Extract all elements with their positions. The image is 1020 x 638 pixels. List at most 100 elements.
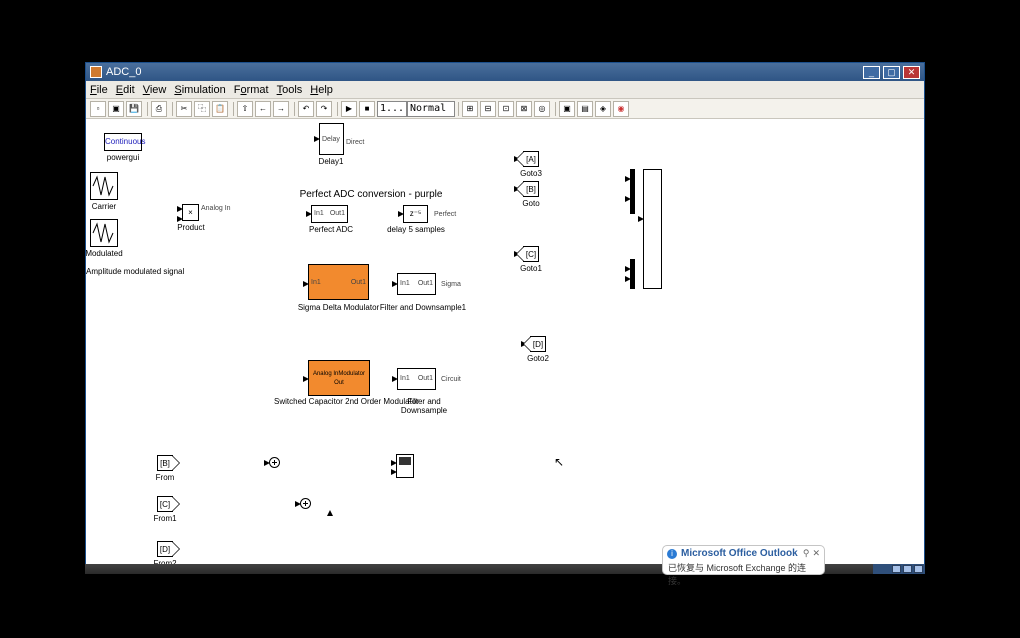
minimize-button[interactable]: _ <box>863 66 880 79</box>
label-fromB: From <box>148 473 182 482</box>
signal-perfect: Perfect <box>434 211 456 218</box>
tool-back[interactable]: ← <box>255 101 271 117</box>
block-fds2[interactable]: In1 Out1 <box>397 368 436 390</box>
block-gotoA[interactable]: [A] <box>523 151 539 167</box>
block-modulated[interactable] <box>90 219 118 247</box>
tool-stop[interactable]: ■ <box>359 101 375 117</box>
tool-6[interactable]: ▣ <box>559 101 575 117</box>
menu-tools[interactable]: Tools <box>277 84 303 96</box>
close-button[interactable]: ✕ <box>903 66 920 79</box>
tool-run[interactable]: ▶ <box>341 101 357 117</box>
notification-body: 已恢复与 Microsoft Exchange 的连接。 <box>663 561 824 587</box>
block-fromD[interactable]: [D] <box>157 541 173 557</box>
label-gotoD: Goto2 <box>521 354 555 363</box>
label-gotoA: Goto3 <box>514 169 548 178</box>
signal-sigma: Sigma <box>441 281 461 288</box>
label-modulated: Modulated <box>86 249 126 258</box>
block-carrier[interactable] <box>90 172 118 200</box>
label-perfect-adc: Perfect ADC <box>301 225 361 234</box>
tool-copy[interactable]: ⿻ <box>194 101 210 117</box>
tool-cut[interactable]: ✂ <box>176 101 192 117</box>
block-scope1[interactable] <box>643 169 662 289</box>
label-ams: Amplitude modulated signal <box>86 267 236 276</box>
tool-fwd[interactable]: → <box>273 101 289 117</box>
menu-file[interactable]: File <box>90 84 108 96</box>
signal-analog-in: Analog In <box>201 205 231 212</box>
tool-8[interactable]: ◈ <box>595 101 611 117</box>
tool-1[interactable]: ⊞ <box>462 101 478 117</box>
tool-up[interactable]: ⇧ <box>237 101 253 117</box>
block-gotoD[interactable]: [D] <box>530 336 546 352</box>
block-fromB[interactable]: [B] <box>157 455 173 471</box>
simulink-window: ADC_0 _ ▢ ✕ File Edit View Simulation Fo… <box>85 62 925 574</box>
label-fromC: From1 <box>148 514 182 523</box>
tool-7[interactable]: ▤ <box>577 101 593 117</box>
sep <box>458 102 459 116</box>
block-delay1[interactable]: Delay <box>319 123 344 155</box>
mouse-cursor-icon: ↖ <box>554 455 564 469</box>
notification-pin-icon[interactable]: ⚲ <box>803 548 810 559</box>
tool-save[interactable]: 💾 <box>126 101 142 117</box>
sep <box>172 102 173 116</box>
menu-format[interactable]: Format <box>234 84 269 96</box>
maximize-button[interactable]: ▢ <box>883 66 900 79</box>
tool-print[interactable]: ⎙ <box>151 101 167 117</box>
sep <box>147 102 148 116</box>
block-perfect-adc[interactable]: In1 Out1 <box>311 205 348 223</box>
block-scope2[interactable] <box>396 454 414 478</box>
tool-open[interactable]: ▣ <box>108 101 124 117</box>
tool-5[interactable]: ◎ <box>534 101 550 117</box>
notification-close-icon[interactable]: ✕ <box>812 548 820 559</box>
label-fds1: Filter and Downsample1 <box>378 303 468 312</box>
label-sdm: Sigma Delta Modulator <box>291 303 386 312</box>
app-icon <box>90 66 102 78</box>
block-sum2[interactable] <box>300 498 311 509</box>
menubar: File Edit View Simulation Format Tools H… <box>86 81 924 99</box>
block-sdm[interactable]: In1 Out1 <box>308 264 369 300</box>
model-canvas[interactable]: Continuous powergui Carrier Modulated × … <box>86 119 924 573</box>
tool-new[interactable]: ▫ <box>90 101 106 117</box>
tool-undo[interactable]: ↶ <box>298 101 314 117</box>
info-icon: i <box>667 549 677 559</box>
outlook-notification[interactable]: i Microsoft Office Outlook ⚲ ✕ 已恢复与 Micr… <box>662 545 825 575</box>
label-fds2: Filter and Downsample <box>384 397 464 415</box>
signal-direct: Direct <box>346 139 364 146</box>
titlebar: ADC_0 _ ▢ ✕ <box>86 63 924 81</box>
label-delay5: delay 5 samples <box>386 225 446 234</box>
sep <box>555 102 556 116</box>
block-fds1[interactable]: In1 Out1 <box>397 273 436 295</box>
label-delay1: Delay1 <box>311 157 351 166</box>
tool-9[interactable]: ◉ <box>613 101 629 117</box>
tool-3[interactable]: ⊡ <box>498 101 514 117</box>
tool-4[interactable]: ⊠ <box>516 101 532 117</box>
sim-mode-select[interactable] <box>407 101 455 117</box>
block-sc2[interactable]: Analog InModulator Out <box>308 360 370 396</box>
label-gotoC: Goto1 <box>514 264 548 273</box>
block-fromC[interactable]: [C] <box>157 496 173 512</box>
signal-circuit: Circuit <box>441 376 461 383</box>
window-title: ADC_0 <box>106 66 860 78</box>
tool-paste[interactable]: 📋 <box>212 101 228 117</box>
block-mux1[interactable] <box>630 169 635 214</box>
tool-redo[interactable]: ↷ <box>316 101 332 117</box>
menu-simulation[interactable]: Simulation <box>174 84 225 96</box>
menu-view[interactable]: View <box>143 84 167 96</box>
block-sum1[interactable] <box>269 457 280 468</box>
block-delay5[interactable]: z⁻⁵ <box>403 205 428 223</box>
menu-help[interactable]: Help <box>310 84 333 96</box>
label-carrier: Carrier <box>86 202 122 211</box>
label-perfect-title: Perfect ADC conversion - purple <box>281 189 461 200</box>
block-gotoB[interactable]: [B] <box>523 181 539 197</box>
block-product[interactable]: × <box>182 204 199 221</box>
sep <box>233 102 234 116</box>
system-tray[interactable] <box>873 564 925 574</box>
menu-edit[interactable]: Edit <box>116 84 135 96</box>
block-gotoC[interactable]: [C] <box>523 246 539 262</box>
block-powergui[interactable]: Continuous <box>104 133 142 151</box>
label-product: Product <box>171 223 211 232</box>
stop-time-input[interactable] <box>377 101 407 117</box>
block-mux2[interactable] <box>630 259 635 289</box>
tool-2[interactable]: ⊟ <box>480 101 496 117</box>
sep <box>337 102 338 116</box>
toolbar: ▫ ▣ 💾 ⎙ ✂ ⿻ 📋 ⇧ ← → ↶ ↷ ▶ ■ ⊞ ⊟ ⊡ ⊠ ◎ ▣ … <box>86 99 924 119</box>
